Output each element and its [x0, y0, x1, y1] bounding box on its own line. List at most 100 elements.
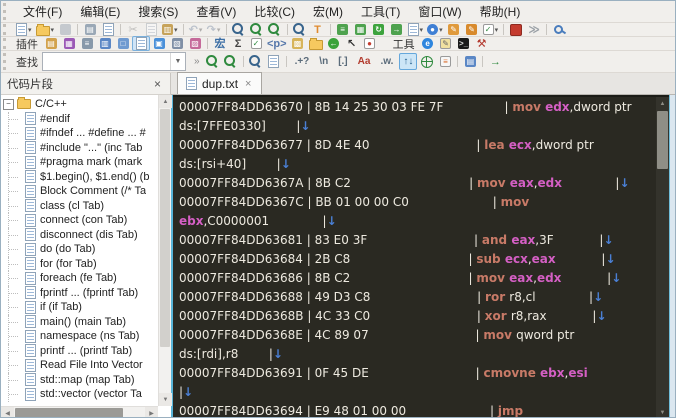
- tag-pair-button[interactable]: <p>: [265, 36, 289, 51]
- dropdown-arrow-icon[interactable]: ▾: [420, 26, 424, 34]
- expander-icon[interactable]: −: [3, 98, 14, 110]
- toolbar-gripper[interactable]: [3, 3, 11, 20]
- window-split-button[interactable]: ▥: [96, 36, 114, 51]
- editor-text-area[interactable]: 00007FF84DD63670 | 8B 14 25 30 03 FE 7F …: [173, 97, 656, 417]
- scroll-down-icon[interactable]: ▼: [159, 393, 172, 406]
- results-panel-button[interactable]: ▤: [461, 54, 479, 69]
- tree-item-10[interactable]: do (do Tab): [1, 242, 158, 257]
- browser-preview-button[interactable]: e: [419, 36, 437, 51]
- tree-item-3[interactable]: #include "..." (inc Tab: [1, 140, 158, 155]
- navigate-back-button[interactable]: ←: [325, 36, 343, 51]
- step-button[interactable]: ≫: [525, 22, 543, 37]
- filter-button[interactable]: T: [309, 22, 327, 37]
- comment-popup-button[interactable]: □: [114, 36, 132, 51]
- undo-button[interactable]: ↶ ▾: [187, 22, 205, 37]
- dropdown-arrow-icon[interactable]: ▾: [199, 26, 203, 34]
- syntax-check-button[interactable]: ✓: [247, 36, 265, 51]
- task-list-button[interactable]: ✓ ▾: [481, 22, 501, 37]
- sum-button[interactable]: Σ: [229, 36, 247, 51]
- edit-config-button[interactable]: ✎: [463, 22, 481, 37]
- view-columns-button[interactable]: ▦: [352, 22, 370, 37]
- tree-item-14[interactable]: if (if Tab): [1, 300, 158, 315]
- search-list-button[interactable]: ≡: [436, 54, 454, 69]
- scroll-up-icon[interactable]: ▲: [159, 95, 172, 108]
- contacts-button[interactable]: ▩: [289, 36, 307, 51]
- folder-browser-button[interactable]: [307, 36, 325, 51]
- paste-button[interactable]: ▥ ▾: [160, 22, 180, 37]
- edit-script-button[interactable]: ✎: [445, 22, 463, 37]
- tree-item-5[interactable]: $1.begin(), $1.end() (b: [1, 169, 158, 184]
- open-file-button[interactable]: ▾: [34, 22, 57, 37]
- global-search-button[interactable]: [418, 54, 436, 69]
- find-in-files-button[interactable]: [266, 22, 284, 37]
- find-next-button[interactable]: [204, 54, 222, 69]
- find-button[interactable]: [230, 22, 248, 37]
- find-combobox[interactable]: ▼: [42, 52, 186, 71]
- scroll-right-icon[interactable]: ▶: [145, 407, 158, 417]
- tree-item-20[interactable]: std::vector (vector Ta: [1, 387, 158, 402]
- tree-item-19[interactable]: std::map (map Tab): [1, 372, 158, 387]
- key-button[interactable]: [550, 22, 568, 37]
- goto-next-button[interactable]: →: [486, 54, 504, 69]
- tree-root-c-cpp[interactable]: − C/C++: [1, 97, 158, 112]
- menu-item-4[interactable]: 查看(V): [187, 1, 245, 22]
- scroll-left-icon[interactable]: ◀: [1, 407, 14, 417]
- menu-item-9[interactable]: 帮助(H): [471, 1, 530, 22]
- stop-button[interactable]: [507, 22, 525, 37]
- console-button[interactable]: >_: [455, 36, 473, 51]
- dropdown-arrow-icon[interactable]: ▾: [495, 26, 499, 34]
- menu-item-8[interactable]: 窗口(W): [409, 1, 470, 22]
- macro-button[interactable]: 宏: [211, 36, 229, 51]
- toolbar-overflow[interactable]: »: [194, 56, 200, 67]
- match-case-toggle[interactable]: Aa: [354, 53, 375, 70]
- tree-item-16[interactable]: namespace (ns Tab): [1, 329, 158, 344]
- build-button[interactable]: ⚒: [473, 36, 491, 51]
- menu-item-6[interactable]: 宏(M): [304, 1, 352, 22]
- toolbar-gripper[interactable]: [3, 38, 11, 49]
- tree-item-15[interactable]: main() (main Tab): [1, 314, 158, 329]
- find-prev-button[interactable]: [222, 54, 240, 69]
- print-preview-button[interactable]: [99, 22, 117, 37]
- refresh-button[interactable]: ↻: [370, 22, 388, 37]
- whole-word-toggle[interactable]: .w.: [376, 53, 397, 70]
- dropdown-arrow-icon[interactable]: ▾: [51, 26, 55, 34]
- find-next-button[interactable]: [248, 22, 266, 37]
- dropdown-arrow-icon[interactable]: ▾: [174, 26, 178, 34]
- toolbar-gripper[interactable]: [3, 53, 11, 70]
- tree-horizontal-scrollbar[interactable]: ◀ ▶: [1, 406, 158, 417]
- clip-history-button[interactable]: ▤: [42, 36, 60, 51]
- word-complete-button[interactable]: ▨: [186, 36, 204, 51]
- tree-vertical-scrollbar[interactable]: ▲ ▼: [158, 95, 172, 406]
- tab-dup-txt[interactable]: dup.txt ×: [177, 72, 263, 94]
- tree-item-6[interactable]: Block Comment (/* Ta: [1, 184, 158, 199]
- insert-script-button[interactable]: ▣: [150, 36, 168, 51]
- duplicate-button[interactable]: ▧: [168, 36, 186, 51]
- tree-item-17[interactable]: printf ... (printf Tab): [1, 343, 158, 358]
- outline-button[interactable]: ≡: [78, 36, 96, 51]
- copy-results-button[interactable]: [265, 54, 283, 69]
- tree-item-7[interactable]: class (cl Tab): [1, 198, 158, 213]
- dropdown-arrow-icon[interactable]: ▾: [439, 26, 443, 34]
- notepad-button[interactable]: ✎: [437, 36, 455, 51]
- copy-button[interactable]: [142, 22, 160, 37]
- redo-button[interactable]: ↷ ▾: [205, 22, 223, 37]
- tree-hscroll-thumb[interactable]: [15, 408, 123, 417]
- print-button[interactable]: ▤: [81, 22, 99, 37]
- tree-item-18[interactable]: Read File Into Vector: [1, 358, 158, 373]
- cut-button[interactable]: ✂: [124, 22, 142, 37]
- snippet-panel-button[interactable]: [132, 36, 150, 51]
- error-doc-button[interactable]: ●: [361, 36, 379, 51]
- tab-close-icon[interactable]: ×: [243, 78, 253, 90]
- menu-item-5[interactable]: 比较(C): [245, 1, 304, 22]
- editor-scrollbar[interactable]: ▲ ▼: [656, 97, 669, 417]
- menu-item-3[interactable]: 搜索(S): [129, 1, 187, 22]
- menu-item-1[interactable]: 文件(F): [14, 1, 71, 22]
- panel-close-button[interactable]: ×: [151, 78, 164, 90]
- menu-item-2[interactable]: 编辑(E): [71, 1, 129, 22]
- scroll-down-icon[interactable]: ▼: [656, 406, 669, 417]
- dropdown-arrow-icon[interactable]: ▾: [28, 26, 32, 34]
- tree-item-11[interactable]: for (for Tab): [1, 256, 158, 271]
- tree-item-2[interactable]: #ifndef ... #define ... #: [1, 126, 158, 141]
- editor-scroll-thumb[interactable]: [657, 111, 668, 169]
- toolbar-gripper[interactable]: [3, 24, 11, 35]
